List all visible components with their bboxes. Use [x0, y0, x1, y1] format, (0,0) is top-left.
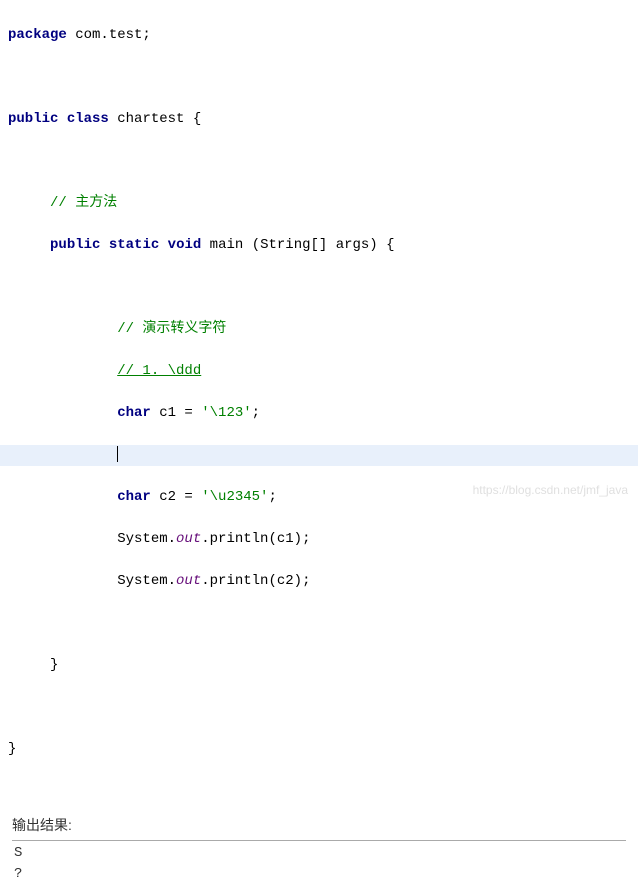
- output-line: S: [12, 843, 626, 864]
- comment: // 主方法: [50, 195, 117, 211]
- watermark: https://blog.csdn.net/jmf_java: [473, 481, 628, 499]
- keyword: package: [8, 27, 67, 43]
- keyword: class: [67, 111, 109, 127]
- code-line: System.out.println(c2);: [0, 571, 638, 592]
- code-editor: package com.test; public class chartest …: [0, 0, 638, 785]
- code-text: ;: [268, 489, 276, 505]
- code-text: chartest {: [109, 111, 201, 127]
- text-cursor: [117, 446, 118, 462]
- code-text: System.: [117, 531, 176, 547]
- field: out: [176, 573, 201, 589]
- code-line-highlighted: [0, 445, 638, 466]
- code-line: // 主方法: [0, 193, 638, 214]
- code-line: System.out.println(c1);: [0, 529, 638, 550]
- code-line: // 演示转义字符: [0, 319, 638, 340]
- comment: // 演示转义字符: [117, 321, 226, 337]
- code-text: ;: [252, 405, 260, 421]
- code-line: char c1 = '\123';: [0, 403, 638, 424]
- keyword: public: [8, 111, 58, 127]
- keyword: char: [117, 489, 151, 505]
- code-text: }: [8, 741, 16, 757]
- code-line: [0, 151, 638, 172]
- code-line: [0, 697, 638, 718]
- string-literal: '\u2345': [201, 489, 268, 505]
- keyword: public: [50, 237, 100, 253]
- code-line: }: [0, 739, 638, 760]
- keyword: static: [109, 237, 159, 253]
- code-text: c2 =: [151, 489, 201, 505]
- output-line: ?: [12, 864, 626, 885]
- code-text: com.test;: [67, 27, 151, 43]
- code-line: public class chartest {: [0, 109, 638, 130]
- comment: // 1. \ddd: [117, 363, 201, 379]
- field: out: [176, 531, 201, 547]
- code-line: // 1. \ddd: [0, 361, 638, 382]
- code-text: }: [50, 657, 58, 673]
- output-label: 输出结果:: [12, 815, 626, 836]
- divider: [12, 840, 626, 841]
- code-line: [0, 613, 638, 634]
- keyword: char: [117, 405, 151, 421]
- code-text: .println(c2);: [201, 573, 310, 589]
- string-literal: '\123': [201, 405, 251, 421]
- code-line: [0, 277, 638, 298]
- code-text: main (String[] args) {: [201, 237, 394, 253]
- keyword: void: [168, 237, 202, 253]
- code-line: [0, 67, 638, 88]
- code-line: }: [0, 655, 638, 676]
- code-line: package com.test;: [0, 25, 638, 46]
- output-section: 输出结果: S ?: [0, 815, 638, 885]
- code-text: System.: [117, 573, 176, 589]
- code-line: public static void main (String[] args) …: [0, 235, 638, 256]
- code-text: .println(c1);: [201, 531, 310, 547]
- code-text: c1 =: [151, 405, 201, 421]
